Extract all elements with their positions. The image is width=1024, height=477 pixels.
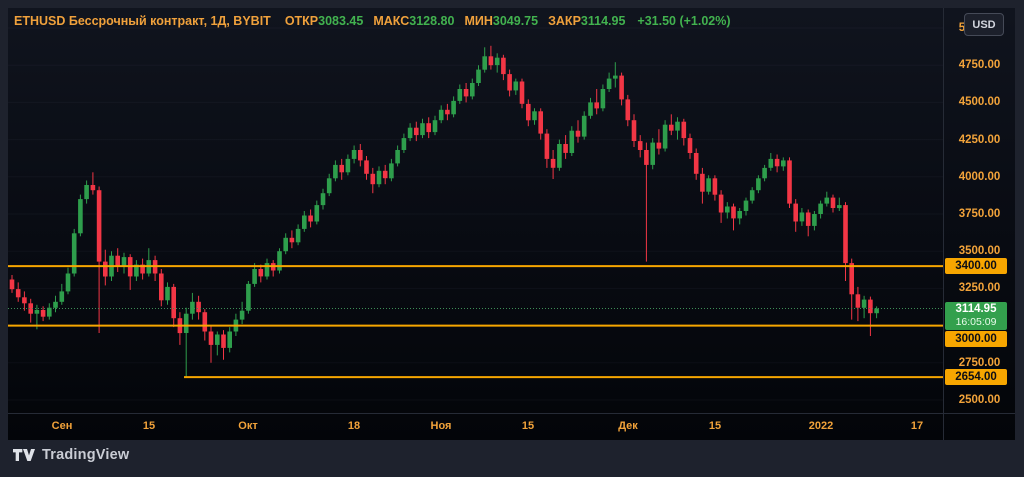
- price-tick-label: 4250.00: [944, 133, 1015, 147]
- price-tick-label: 3250.00: [944, 281, 1015, 295]
- price-change: +31.50 (+1.02%): [637, 14, 730, 28]
- chart-legend: ETHUSD Бессрочный контракт, 1Д, BYBIT ОТ…: [14, 14, 731, 28]
- current-price-value: 3114.95: [956, 303, 997, 316]
- current-price-badge[interactable]: 3114.95 16:05:09: [945, 302, 1007, 330]
- tradingview-chart-window: ETHUSD Бессрочный контракт, 1Д, BYBIT ОТ…: [0, 0, 1024, 477]
- axis-corner-divider: [943, 414, 944, 440]
- price-tick-label: 2750.00: [944, 356, 1015, 370]
- level-price-badge[interactable]: 3000.00: [945, 331, 1007, 347]
- footer: TradingView: [13, 447, 129, 463]
- ohlc-close: ЗАКР3114.95: [548, 14, 625, 28]
- symbol-title[interactable]: ETHUSD Бессрочный контракт, 1Д, BYBIT: [14, 14, 271, 28]
- time-axis[interactable]: Сен 15 Окт 18 Ноя 15 Дек 15 2022 17: [8, 413, 1015, 440]
- time-tick-label: Ноя: [431, 420, 452, 432]
- chart-panel: ETHUSD Бессрочный контракт, 1Д, BYBIT ОТ…: [8, 8, 1015, 440]
- ohlc-high: МАКС3128.80: [373, 14, 454, 28]
- time-tick-label: 15: [522, 420, 534, 432]
- price-tick-label: 4750.00: [944, 58, 1015, 72]
- candlestick-chart[interactable]: [8, 8, 943, 413]
- chart-pane[interactable]: [8, 8, 943, 413]
- price-tick-label: 4000.00: [944, 170, 1015, 184]
- price-axis[interactable]: USD 3114.95 16:05:09 5000.004750.004500.…: [943, 8, 1015, 413]
- ohlc-low: МИН3049.75: [464, 14, 538, 28]
- currency-unit-button[interactable]: USD: [964, 13, 1004, 36]
- time-tick-label: 18: [348, 420, 360, 432]
- tradingview-brand-text[interactable]: TradingView: [42, 447, 129, 463]
- bar-countdown: 16:05:09: [956, 316, 997, 329]
- time-tick-label: Окт: [238, 420, 257, 432]
- time-tick-label: Сен: [52, 420, 73, 432]
- price-tick-label: 3750.00: [944, 207, 1015, 221]
- level-price-badge[interactable]: 3400.00: [945, 258, 1007, 274]
- price-tick-label: 4500.00: [944, 95, 1015, 109]
- price-tick-label: 3500.00: [944, 244, 1015, 258]
- price-tick-label: 2500.00: [944, 393, 1015, 407]
- tradingview-logo-icon[interactable]: [13, 448, 35, 462]
- time-tick-label: Дек: [618, 420, 638, 432]
- time-tick-label: 15: [709, 420, 721, 432]
- ohlc-open: ОТКР3083.45: [285, 14, 364, 28]
- level-price-badge[interactable]: 2654.00: [945, 369, 1007, 385]
- time-tick-label: 17: [911, 420, 923, 432]
- time-tick-label: 2022: [809, 420, 833, 432]
- time-tick-label: 15: [143, 420, 155, 432]
